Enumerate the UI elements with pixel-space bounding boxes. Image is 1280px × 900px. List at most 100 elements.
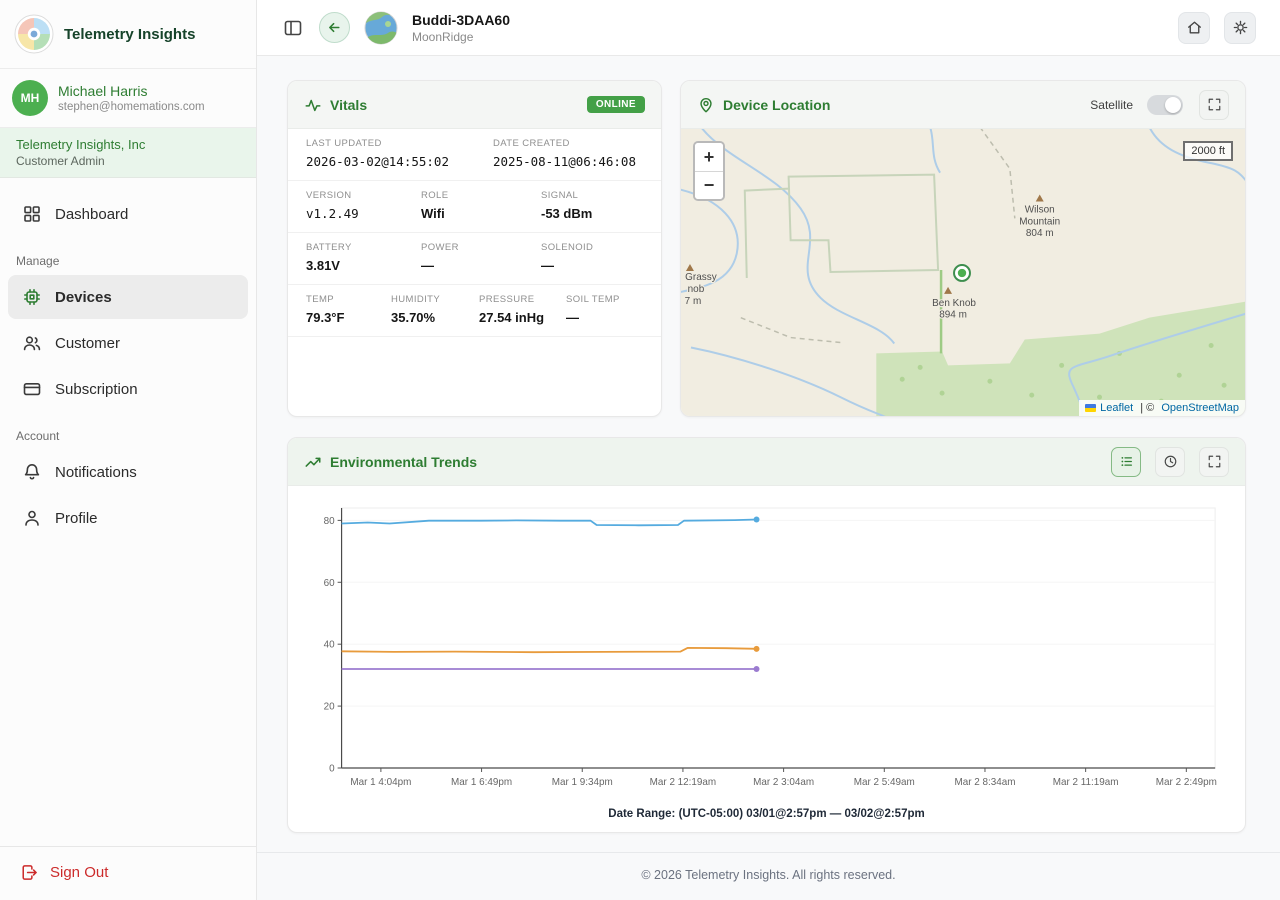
field-label: SOLENOID [541,242,657,253]
leaflet-link[interactable]: Leaflet [1100,402,1133,414]
svg-text:Mar 2 8:34am: Mar 2 8:34am [954,777,1015,788]
zoom-in-button[interactable]: + [695,143,723,171]
svg-text:Mar 2 2:49pm: Mar 2 2:49pm [1156,777,1217,788]
sidebar: Telemetry Insights MH Michael Harris ste… [0,0,257,900]
activity-icon [304,96,322,114]
sign-out-label: Sign Out [50,864,108,881]
field-label: PRESSURE [479,294,566,305]
time-range-button[interactable] [1155,447,1185,477]
arrow-left-icon [326,19,343,36]
user-avatar: MH [12,80,48,116]
svg-text:Mar 1 4:04pm: Mar 1 4:04pm [350,777,411,788]
openstreetmap-link[interactable]: OpenStreetMap [1161,402,1239,414]
app-title: Telemetry Insights [64,26,195,43]
attribution-separator: | © [1137,402,1157,414]
section-label-account: Account [0,413,256,448]
map-zoom-control: + − [693,141,725,201]
brand: Telemetry Insights [0,0,256,69]
vitals-title: Vitals [330,97,367,113]
bell-icon [22,462,42,482]
environmental-trends-card: Environmental Trends [287,437,1246,833]
svg-text:40: 40 [324,640,335,651]
home-button[interactable] [1178,12,1210,44]
user-block[interactable]: MH Michael Harris stephen@homemations.co… [0,69,256,128]
map-scale: 2000 ft [1183,141,1233,161]
topbar: Buddi-3DAA60 MoonRidge [257,0,1280,56]
expand-icon [1207,454,1222,469]
field-label: DATE CREATED [493,138,657,149]
panel-left-icon [283,18,303,38]
logout-icon [20,863,39,882]
map-pin-icon [697,96,715,114]
svg-text:Mar 1 9:34pm: Mar 1 9:34pm [552,777,613,788]
map-canvas[interactable]: Wilson Mountain 804 m Ben Knob 894 m Gra… [681,129,1245,416]
sidebar-toggle-button[interactable] [281,16,305,40]
map-forest-area [876,302,1245,416]
sidebar-item-profile[interactable]: Profile [8,496,248,540]
peak-label: Ben Knob [932,298,976,309]
svg-text:60: 60 [324,578,335,589]
sidebar-item-customer[interactable]: Customer [8,321,248,365]
device-location-marker[interactable] [954,265,970,281]
vitals-row-power: BATTERY 3.81V POWER — SOLENOID — [288,233,661,285]
sidebar-item-subscription[interactable]: Subscription [8,367,248,411]
gear-icon [1232,19,1249,36]
content: Vitals ONLINE LAST UPDATED 2026-03-02@14… [257,56,1280,852]
location-header: Device Location Satellite [681,81,1245,129]
leaflet-flag-icon [1085,404,1096,412]
field-label: VERSION [306,190,421,201]
sidebar-item-label: Notifications [55,464,137,481]
settings-button[interactable] [1224,12,1256,44]
legend-toggle-button[interactable] [1111,447,1141,477]
main-area: Buddi-3DAA60 MoonRidge Vital [257,0,1280,900]
field-label: BATTERY [306,242,421,253]
vitals-row-timestamps: LAST UPDATED 2026-03-02@14:55:02 DATE CR… [288,129,661,181]
expand-icon [1207,97,1222,112]
svg-text:80: 80 [324,516,335,527]
section-label-manage: Manage [0,238,256,273]
trend-chart-svg: 020406080Mar 1 4:04pmMar 1 6:49pmMar 1 9… [298,494,1231,802]
map-expand-button[interactable] [1199,90,1229,120]
user-email: stephen@homemations.com [58,101,205,113]
sidebar-item-label: Dashboard [55,206,128,223]
sidebar-item-notifications[interactable]: Notifications [8,450,248,494]
battery-value: 3.81V [306,258,421,273]
signal-value: -53 dBm [541,206,657,221]
role-value: Wifi [421,206,541,221]
satellite-toggle[interactable] [1147,95,1183,115]
chart-date-range: Date Range: (UTC-05:00) 03/01@2:57pm — 0… [288,806,1245,832]
svg-text:Mar 2 5:49am: Mar 2 5:49am [854,777,915,788]
back-button[interactable] [319,12,350,43]
peak-elevation: 894 m [939,310,967,321]
soil-temp-value: — [566,310,657,325]
credit-card-icon [22,379,42,399]
device-avatar [364,11,398,45]
map-trails [741,129,1015,353]
field-label: POWER [421,242,541,253]
sidebar-item-devices[interactable]: Devices [8,275,248,319]
peak-elevation: 804 m [1026,228,1054,239]
trends-header: Environmental Trends [288,438,1245,486]
org-role: Customer Admin [16,154,240,168]
sign-out-button[interactable]: Sign Out [0,846,256,900]
chart-expand-button[interactable] [1199,447,1229,477]
home-icon [1186,19,1203,36]
sidebar-item-label: Profile [55,510,98,527]
pressure-value: 27.54 inHg [479,310,566,325]
org-block: Telemetry Insights, Inc Customer Admin [0,128,256,178]
zoom-out-button[interactable]: − [695,171,723,199]
last-updated-value: 2026-03-02@14:55:02 [306,154,493,169]
trend-chart: 020406080Mar 1 4:04pmMar 1 6:49pmMar 1 9… [288,486,1245,806]
power-value: — [421,258,541,273]
svg-text:Mar 2 3:04am: Mar 2 3:04am [753,777,814,788]
temp-value: 79.3°F [306,310,391,325]
devices-icon [22,287,42,307]
toggle-knob [1165,97,1181,113]
sidebar-item-dashboard[interactable]: Dashboard [8,192,248,236]
device-group: MoonRidge [412,30,510,44]
peak-label: Wilson [1025,204,1055,215]
svg-text:Mar 2 11:19am: Mar 2 11:19am [1053,777,1119,788]
vitals-card: Vitals ONLINE LAST UPDATED 2026-03-02@14… [287,80,662,417]
vitals-header: Vitals ONLINE [288,81,661,129]
legend-list-icon [1119,454,1134,469]
